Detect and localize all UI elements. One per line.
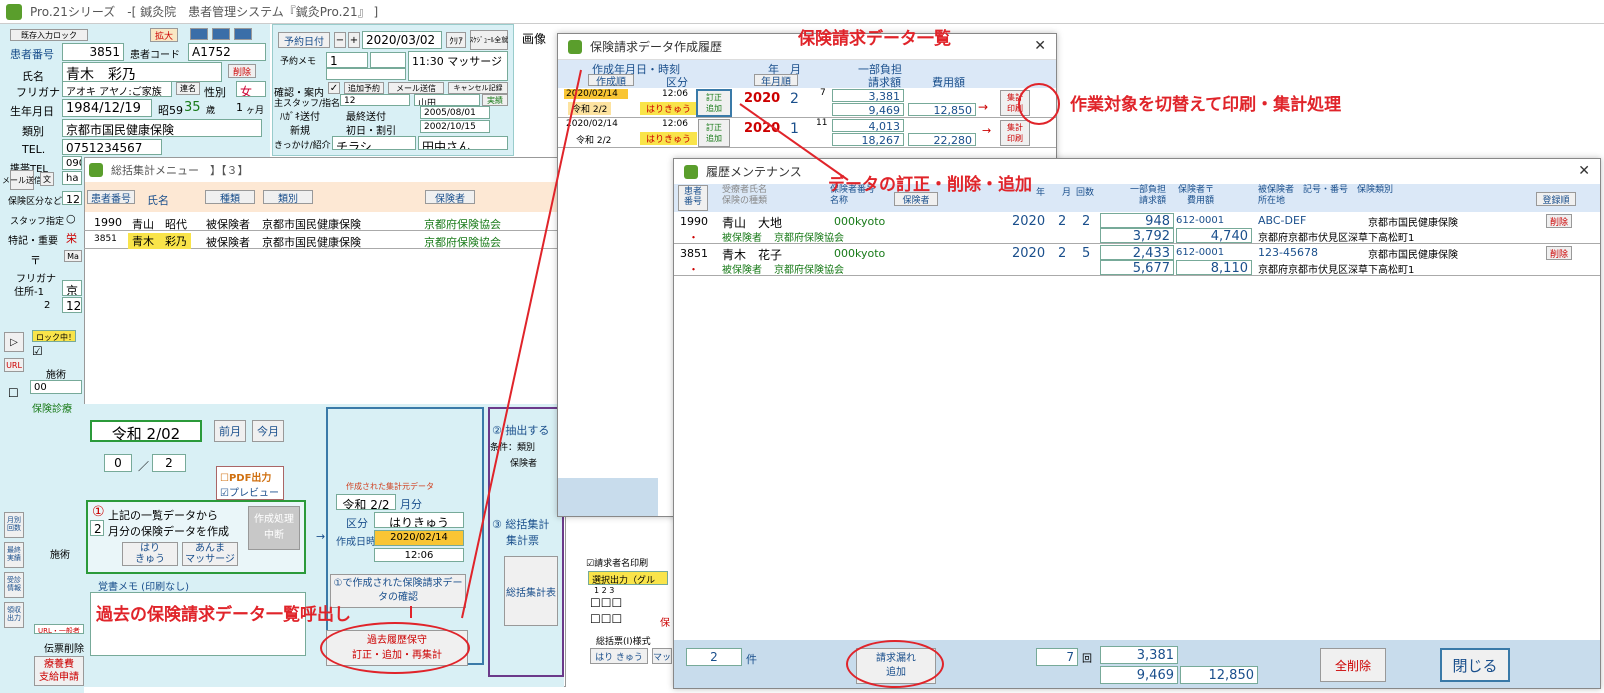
annotation-title-list: 保険請求データ一覧 bbox=[798, 29, 951, 49]
highlight-ellipse bbox=[846, 640, 944, 688]
annotation-edit-data: データの訂正・削除・追加 bbox=[828, 175, 1032, 195]
annotation-line bbox=[461, 69, 582, 619]
annotation-recall-past: 過去の保険請求データ一覧呼出し bbox=[96, 605, 351, 625]
annotation-overlay bbox=[410, 69, 849, 619]
annotation-switch-print: 作業対象を切替えて印刷・集計処理 bbox=[1070, 95, 1342, 115]
highlight-ellipse bbox=[1018, 83, 1060, 125]
annotation-line bbox=[739, 103, 849, 181]
highlight-ellipse bbox=[320, 622, 470, 674]
